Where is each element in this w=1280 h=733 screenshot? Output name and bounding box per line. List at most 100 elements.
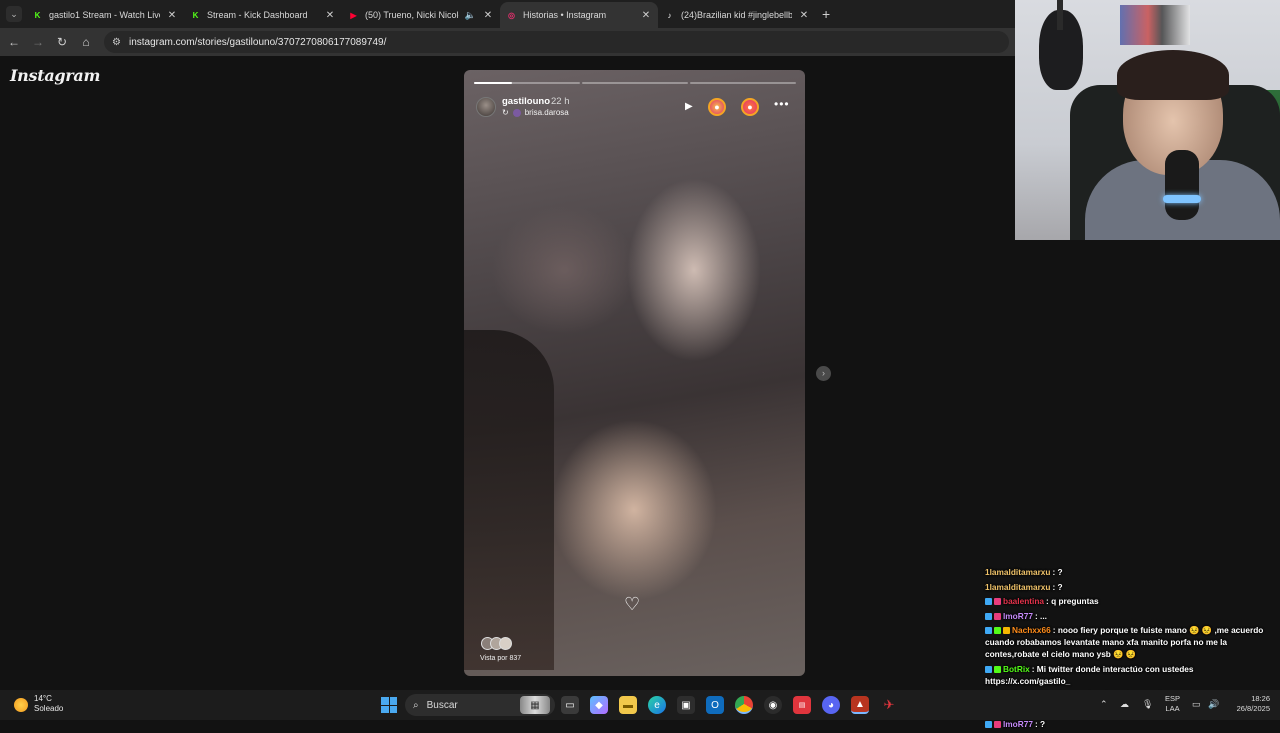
- lang-layout: LAA: [1165, 704, 1180, 713]
- chat-badge-icon: [994, 612, 1001, 620]
- chat-text: : ?: [1052, 567, 1063, 577]
- search-icon: ⌕: [413, 699, 419, 711]
- kick-icon: K: [192, 10, 199, 20]
- chat-username[interactable]: 1lamalditamarxu: [985, 567, 1050, 577]
- chat-message: baalentina: q preguntas: [985, 595, 1280, 607]
- site-info-icon[interactable]: ⚙: [112, 37, 121, 48]
- instagram-logo[interactable]: Instagram: [10, 66, 100, 85]
- chat-badge-icon: [985, 665, 992, 673]
- story-music-credit[interactable]: ↻ brisa.darosa: [502, 108, 569, 117]
- chat-username[interactable]: lmoR77: [1003, 611, 1033, 621]
- browser-tab-strip: ⌄ Kgastilo1 Stream - Watch Live on ✕ K Stre…: [0, 0, 1015, 28]
- chat-badge-icon: [985, 612, 992, 620]
- tab-close-icon[interactable]: ✕: [640, 10, 652, 21]
- network-icon[interactable]: ▭: [1192, 699, 1201, 710]
- browser-tab[interactable]: K Stream - Kick Dashboard ✕: [184, 2, 342, 28]
- store-icon[interactable]: ▣: [677, 696, 695, 714]
- browser-tab[interactable]: ▶ (50) Trueno, Nicki Nicole, Bi 🔈 ✕: [342, 2, 500, 28]
- tab-title: gastilo1 Stream - Watch Live on: [49, 10, 160, 20]
- webcam-overlay: [1015, 0, 1280, 240]
- tab-title: (24)Brazilian kid #jinglebellbras: [681, 10, 792, 20]
- system-clock[interactable]: 18:26 26/8/2025: [1228, 694, 1270, 714]
- weather-temp: 14°C: [34, 694, 52, 703]
- guitar-neck-shape: [1057, 0, 1063, 30]
- chat-username[interactable]: lmoR77: [1003, 719, 1033, 729]
- copilot-icon[interactable]: ◆: [590, 696, 608, 714]
- viewer-avatars[interactable]: [481, 637, 512, 650]
- story-photo: [464, 330, 554, 670]
- viewed-by-count[interactable]: Vista por 837: [480, 655, 521, 662]
- mic-tray-icon[interactable]: 🎙: [1142, 699, 1153, 710]
- tab-title: (50) Trueno, Nicki Nicole, Bi: [365, 10, 459, 20]
- chat-badge-icon: [994, 627, 1001, 634]
- tab-close-icon[interactable]: ✕: [166, 10, 178, 21]
- input-language[interactable]: ESP LAA: [1165, 694, 1180, 714]
- app-icon-orange[interactable]: ▲: [851, 696, 869, 714]
- forward-arrow-icon[interactable]: →: [30, 34, 46, 50]
- app-icon-red[interactable]: ▤: [793, 696, 811, 714]
- browser-tab[interactable]: Kgastilo1 Stream - Watch Live on ✕: [26, 2, 184, 28]
- tab-search-button[interactable]: ⌄: [6, 6, 22, 22]
- back-arrow-icon[interactable]: ←: [6, 34, 22, 50]
- weather-desc: Soleado: [34, 704, 64, 713]
- microphone-light: [1163, 195, 1201, 203]
- chat-text: : ?: [1034, 719, 1046, 729]
- url-text: instagram.com/stories/gastilouno/3707270…: [128, 36, 387, 48]
- chat-message: Nachxx66: nooo fiery porque te fuiste ma…: [985, 624, 1280, 660]
- tab-close-icon[interactable]: ✕: [482, 10, 494, 21]
- obs-icon[interactable]: ◉: [764, 696, 782, 714]
- browser-tab[interactable]: ♪ (24)Brazilian kid #jinglebellbras ✕: [658, 2, 816, 28]
- story-progress-3: [690, 82, 796, 84]
- volume-icon[interactable]: 🔊: [1208, 699, 1219, 710]
- home-icon[interactable]: ⌂: [78, 34, 94, 50]
- chat-badge-icon: [994, 665, 1001, 673]
- play-icon[interactable]: ▶: [685, 101, 693, 112]
- music-repeat-icon: ↻: [502, 108, 509, 117]
- more-options-icon[interactable]: •••: [774, 97, 790, 111]
- outlook-icon[interactable]: O: [706, 696, 724, 714]
- chat-badge-icon: [994, 721, 1001, 728]
- lang-code: ESP: [1165, 694, 1181, 703]
- chat-username[interactable]: Nachxx66: [1012, 625, 1051, 635]
- browser-toolbar: ← → ↻ ⌂ ⚙ instagram.com/stories/gastilou…: [0, 28, 1015, 56]
- tab-close-icon[interactable]: ✕: [324, 10, 336, 21]
- story-viewer[interactable]: gastilouno 22 h ↻ brisa.darosa ▶ ● ● •••…: [464, 70, 805, 676]
- browser-tab[interactable]: ◎ Historias • Instagram ✕: [500, 2, 658, 28]
- weather-widget[interactable]: 14°C Soleado: [34, 694, 63, 714]
- windows-start-icon[interactable]: [381, 697, 397, 713]
- sticker-icon[interactable]: ●: [708, 98, 726, 116]
- search-highlight-icon[interactable]: ▦: [520, 696, 550, 714]
- address-bar[interactable]: ⚙ instagram.com/stories/gastilouno/37072…: [104, 31, 1009, 53]
- windows-taskbar: 14°C Soleado ⌕ Buscar ▦ ▭ ◆ ▬ e ▣ O ◉ ▤ …: [0, 690, 1280, 720]
- app-icon-red-logo[interactable]: ✈: [880, 696, 898, 714]
- chat-username[interactable]: baalentina: [1003, 596, 1044, 606]
- clock-date: 26/8/2025: [1236, 704, 1270, 713]
- tab-close-icon[interactable]: ✕: [798, 10, 810, 21]
- instagram-icon: ◎: [508, 10, 515, 20]
- story-avatar[interactable]: [476, 97, 496, 117]
- discord-icon[interactable]: ◕: [822, 696, 840, 714]
- story-username[interactable]: gastilouno: [502, 96, 550, 107]
- chat-badge-icon: [985, 627, 992, 634]
- kick-icon: K: [34, 10, 41, 20]
- chat-username[interactable]: BotRix: [1003, 664, 1030, 674]
- edge-icon[interactable]: e: [648, 696, 666, 714]
- cloud-icon[interactable]: ☁: [1120, 699, 1129, 710]
- file-explorer-icon[interactable]: ▬: [619, 696, 637, 714]
- chat-text: : q preguntas: [1046, 596, 1099, 606]
- chat-username[interactable]: 1lamalditamarxu: [985, 582, 1050, 592]
- weather-sun-icon[interactable]: [14, 698, 28, 712]
- reload-icon[interactable]: ↻: [54, 34, 70, 50]
- task-view-icon[interactable]: ▭: [561, 696, 579, 714]
- chrome-icon[interactable]: [735, 696, 753, 714]
- tab-audio-icon[interactable]: 🔈: [465, 10, 476, 21]
- heart-icon[interactable]: ♡: [624, 594, 640, 615]
- chat-message: 1lamalditamarxu: ?: [985, 581, 1280, 593]
- new-tab-button[interactable]: +: [822, 6, 830, 22]
- reaction-icon[interactable]: ●: [741, 98, 759, 116]
- instagram-page: Instagram gastilouno 22 h ↻ brisa.darosa…: [0, 56, 1015, 690]
- chat-badge-icon: [985, 721, 992, 728]
- tray-overflow-icon[interactable]: ⌃: [1100, 699, 1108, 710]
- next-story-arrow-icon[interactable]: ›: [816, 366, 831, 381]
- streamer-hair: [1117, 50, 1229, 100]
